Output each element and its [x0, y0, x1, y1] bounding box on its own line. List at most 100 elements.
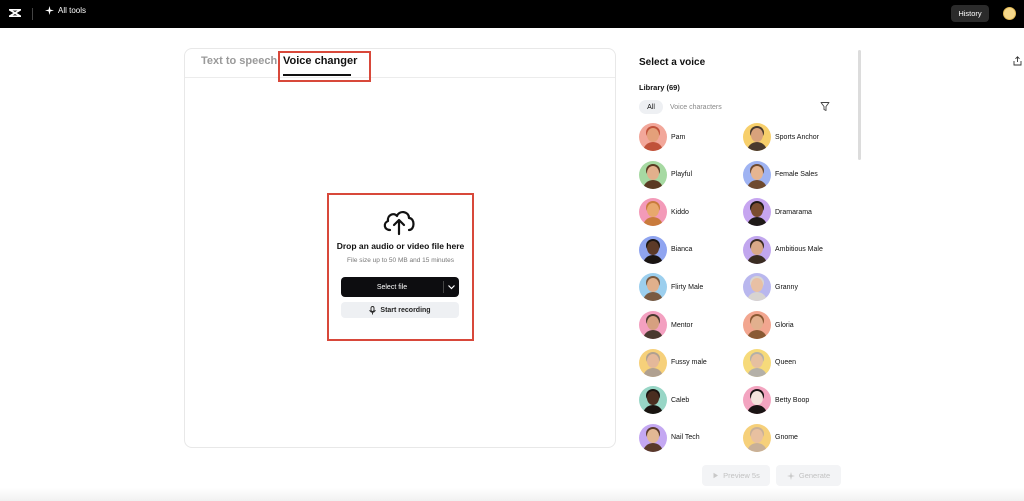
avatar-face [751, 240, 763, 255]
voice-name: Gloria [775, 321, 794, 329]
cloud-upload-icon [383, 211, 415, 236]
voice-avatar [639, 123, 667, 151]
chevron-down-icon[interactable] [447, 283, 456, 291]
voice-name: Gnome [775, 434, 798, 442]
voice-changer-tab-highlight [278, 51, 371, 82]
voice-avatar [639, 198, 667, 227]
avatar-body [643, 142, 663, 151]
capcut-logo-icon[interactable] [8, 6, 22, 20]
voice-list-scrollbar[interactable] [858, 50, 861, 160]
tab-text-to-speech[interactable]: Text to speech [201, 55, 277, 67]
avatar-body [747, 179, 767, 189]
drop-zone-subtitle: File size up to 50 MB and 15 minutes [347, 257, 454, 264]
voice-avatar [639, 423, 667, 452]
avatar-body [643, 179, 663, 189]
voice-name: Pam [671, 133, 686, 141]
avatar-body [643, 405, 663, 415]
voice-item[interactable]: Betty Boop [743, 386, 809, 415]
voice-item[interactable]: Flirty Male [639, 273, 703, 302]
voice-item[interactable]: Pam [639, 123, 685, 151]
voice-item[interactable]: Gnome [743, 423, 798, 452]
avatar-body [747, 405, 767, 415]
voice-avatar [743, 198, 771, 227]
voice-item[interactable]: Caleb [639, 386, 690, 415]
voice-name: Kiddo [671, 208, 689, 216]
drop-zone-title: Drop an audio or video file here [336, 241, 465, 251]
voice-avatar [743, 273, 771, 302]
voice-item[interactable]: Bianca [639, 235, 693, 264]
avatar-body [747, 254, 767, 264]
avatar-face [751, 428, 763, 443]
voice-avatar [743, 311, 771, 339]
voice-name: Sports Anchor [775, 133, 819, 141]
voice-avatar [743, 235, 771, 264]
library-label: Library (69) [639, 83, 680, 92]
voice-item[interactable]: Fussy male [639, 348, 707, 377]
tab-divider [185, 77, 615, 78]
voice-avatar [743, 123, 771, 151]
filter-chip-all[interactable]: All [639, 100, 663, 114]
select-file-label: Select file [376, 283, 408, 291]
avatar-face [647, 353, 659, 368]
voice-avatar [639, 311, 667, 339]
avatar-face [751, 278, 763, 293]
avatar-face [751, 128, 763, 142]
avatar-face [647, 391, 659, 406]
user-avatar[interactable] [1003, 7, 1016, 20]
voice-avatar [639, 386, 667, 415]
bottom-fade [0, 488, 1024, 501]
avatar-face [647, 165, 659, 180]
voice-avatar [743, 160, 771, 189]
voice-item[interactable]: Mentor [639, 311, 693, 339]
avatar-body [643, 254, 663, 264]
voice-item[interactable]: Queen [743, 348, 796, 377]
sparkle-icon [45, 6, 54, 15]
avatar-face [647, 316, 659, 330]
avatar-face [647, 128, 659, 142]
generate-button[interactable]: Generate [776, 465, 841, 486]
voice-item[interactable]: Dramarama [743, 198, 812, 227]
export-icon[interactable] [1013, 56, 1022, 66]
voice-name: Caleb [671, 396, 690, 404]
avatar-face [751, 353, 763, 368]
voice-avatar [743, 348, 771, 377]
voice-item[interactable]: Female Sales [743, 160, 818, 189]
voice-item[interactable]: Gloria [743, 311, 794, 339]
voice-item[interactable]: Kiddo [639, 198, 689, 227]
voice-avatar [639, 273, 667, 302]
voice-avatar [639, 160, 667, 189]
avatar-face [751, 203, 763, 218]
history-button[interactable]: History [951, 5, 989, 22]
all-tools-label: All tools [58, 6, 87, 15]
voice-name: Playful [671, 171, 693, 179]
sparkle-icon [786, 471, 795, 480]
filter-icon[interactable] [820, 101, 830, 112]
voice-avatar [743, 386, 771, 415]
avatar-body [747, 330, 767, 339]
voice-item[interactable]: Sports Anchor [743, 123, 819, 151]
microphone-icon [369, 305, 377, 314]
start-recording-label: Start recording [380, 306, 431, 314]
filter-chip-voice-characters[interactable]: Voice characters [670, 100, 722, 114]
select-voice-title: Select a voice [639, 57, 706, 68]
voice-name: Mentor [671, 321, 693, 329]
select-file-button[interactable]: Select file [341, 277, 459, 297]
avatar-body [747, 442, 767, 452]
voice-item[interactable]: Ambitious Male [743, 235, 823, 264]
avatar-body [643, 292, 663, 302]
voice-name: Dramarama [775, 208, 812, 216]
all-tools-button[interactable]: All tools [45, 6, 86, 15]
avatar-face [647, 240, 659, 255]
voice-name: Bianca [671, 246, 693, 254]
voice-item[interactable]: Playful [639, 160, 693, 189]
voice-item[interactable]: Nail Tech [639, 423, 700, 452]
avatar-body [747, 367, 767, 377]
avatar-face [751, 391, 763, 406]
avatar-face [647, 278, 659, 293]
topbar-divider [32, 8, 33, 20]
start-recording-button[interactable]: Start recording [341, 302, 459, 318]
avatar-body [747, 292, 767, 302]
voice-avatar [743, 423, 771, 452]
voice-item[interactable]: Granny [743, 273, 798, 302]
preview-button[interactable]: Preview 5s [702, 465, 770, 486]
